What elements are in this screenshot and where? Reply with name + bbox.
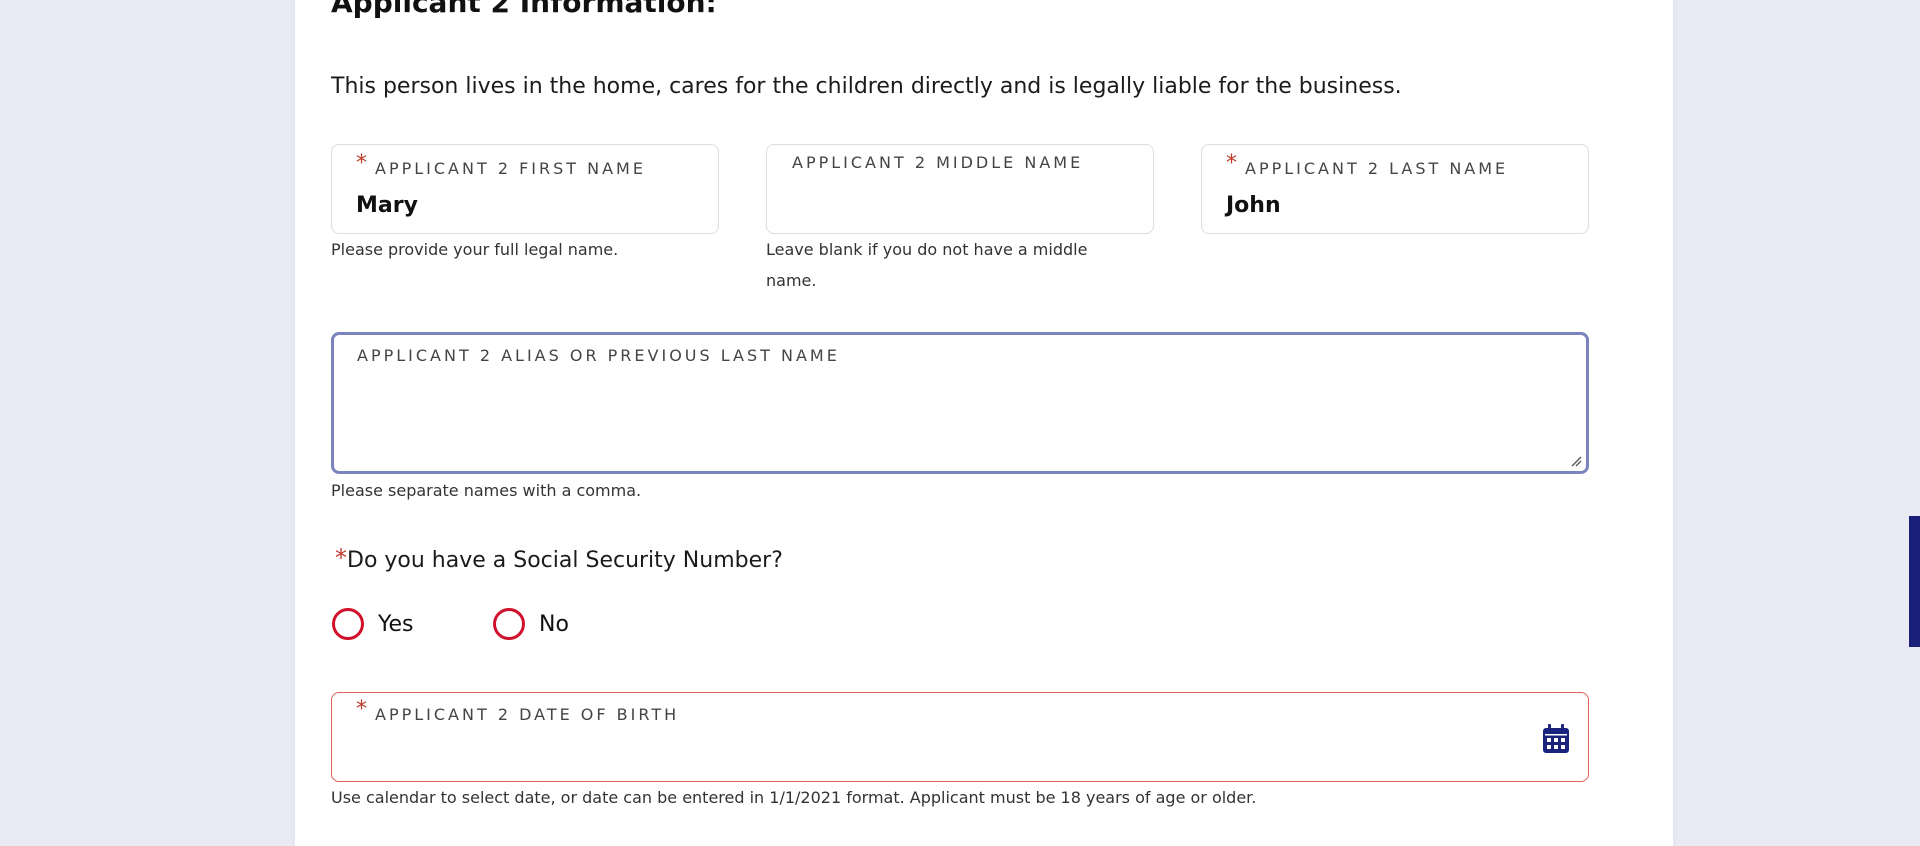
last-name-label: APPLICANT 2 LAST NAME [1245, 159, 1509, 178]
resize-handle-icon[interactable] [1570, 455, 1582, 467]
middle-name-help-line2: name. [766, 271, 817, 290]
alias-label: APPLICANT 2 ALIAS OR PREVIOUS LAST NAME [357, 346, 840, 365]
radio-label-yes: Yes [378, 611, 414, 637]
radio-label-no: No [539, 611, 569, 637]
middle-name-field[interactable]: APPLICANT 2 MIDDLE NAME [766, 144, 1154, 234]
scrollbar-thumb[interactable] [1909, 516, 1920, 647]
required-mark: * [356, 151, 367, 176]
dob-help: Use calendar to select date, or date can… [331, 788, 1257, 807]
middle-name-help-line1: Leave blank if you do not have a middle [766, 240, 1088, 259]
ssn-radio-yes[interactable]: Yes [332, 608, 414, 640]
last-name-field[interactable]: * APPLICANT 2 LAST NAME John [1201, 144, 1589, 234]
required-mark: * [335, 544, 347, 572]
calendar-icon[interactable] [1542, 724, 1570, 754]
first-name-value[interactable]: Mary [356, 193, 418, 218]
first-name-help: Please provide your full legal name. [331, 240, 619, 259]
section-intro: This person lives in the home, cares for… [331, 74, 1402, 99]
alias-help: Please separate names with a comma. [331, 481, 642, 500]
radio-circle[interactable] [332, 608, 364, 640]
first-name-label: APPLICANT 2 FIRST NAME [375, 159, 646, 178]
dob-label: APPLICANT 2 DATE OF BIRTH [375, 705, 680, 724]
first-name-field[interactable]: * APPLICANT 2 FIRST NAME Mary [331, 144, 719, 234]
middle-name-label: APPLICANT 2 MIDDLE NAME [792, 153, 1084, 172]
section-title: Applicant 2 Information: [331, 0, 717, 19]
ssn-question: *Do you have a Social Security Number? [335, 544, 783, 576]
ssn-question-text: Do you have a Social Security Number? [347, 548, 783, 573]
radio-circle[interactable] [493, 608, 525, 640]
required-mark: * [1226, 151, 1237, 176]
alias-textarea[interactable]: APPLICANT 2 ALIAS OR PREVIOUS LAST NAME [331, 332, 1589, 474]
dob-field[interactable]: * APPLICANT 2 DATE OF BIRTH [331, 692, 1589, 782]
last-name-value[interactable]: John [1226, 193, 1281, 218]
ssn-radio-no[interactable]: No [493, 608, 569, 640]
required-mark: * [356, 697, 367, 722]
